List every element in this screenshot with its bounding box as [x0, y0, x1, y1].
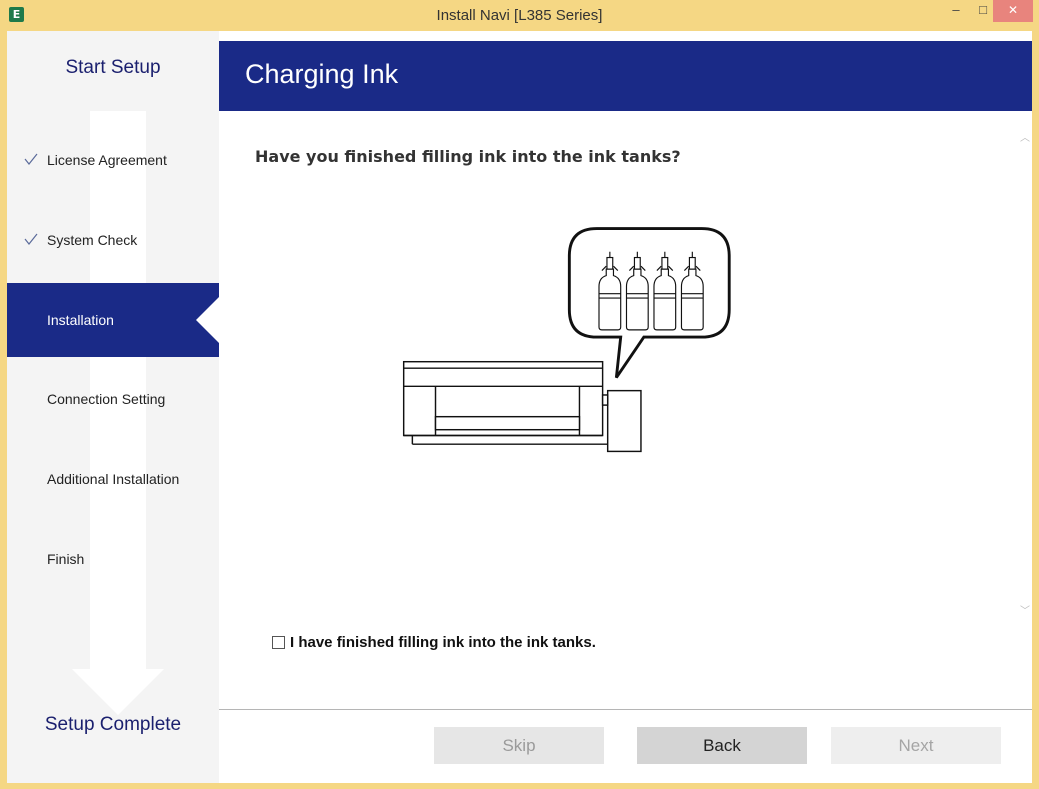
step-label: Installation — [47, 312, 114, 328]
back-button[interactable]: Back — [637, 727, 807, 764]
title-bar[interactable]: E Install Navi [L385 Series] – □ ✕ — [0, 0, 1039, 30]
step-installation: Installation — [7, 283, 219, 357]
check-icon — [24, 233, 38, 245]
installer-window: E Install Navi [L385 Series] – □ ✕ Start… — [0, 0, 1039, 789]
confirm-filled-checkbox-row[interactable]: I have finished filling ink into the ink… — [272, 632, 596, 652]
close-button[interactable]: ✕ — [993, 0, 1033, 22]
step-label: Additional Installation — [47, 471, 180, 487]
step-label: License Agreement — [47, 152, 167, 168]
next-button[interactable]: Next — [831, 727, 1001, 764]
check-icon — [24, 153, 38, 165]
confirm-filled-checkbox[interactable] — [272, 635, 285, 649]
speech-bubble — [567, 227, 731, 379]
step-label: System Check — [47, 232, 138, 248]
step-additional-installation: Additional Installation — [7, 442, 219, 516]
step-finish: Finish — [7, 522, 219, 596]
step-label: Connection Setting — [47, 391, 166, 407]
scroll-down-icon[interactable]: ﹀ — [1020, 602, 1030, 617]
scrollbar[interactable]: ︿ ﹀ — [1020, 123, 1032, 623]
step-connection-setting: Connection Setting — [7, 362, 219, 436]
step-system-check: System Check — [7, 203, 219, 277]
page-title: Charging Ink — [245, 59, 399, 89]
printer-icon — [402, 360, 642, 453]
client-area: Start Setup License Agreement System Che… — [7, 31, 1032, 783]
footer-divider — [219, 709, 1032, 710]
setup-complete-label: Setup Complete — [44, 714, 182, 735]
question-text: Have you finished filling ink into the i… — [255, 147, 681, 166]
minimize-button[interactable]: – — [943, 0, 969, 22]
current-step-pointer — [196, 297, 219, 343]
ink-filling-illustration — [402, 227, 731, 453]
scroll-up-icon[interactable]: ︿ — [1020, 129, 1030, 144]
confirm-filled-label[interactable]: I have finished filling ink into the ink… — [290, 634, 596, 651]
setup-progress-sidebar: Start Setup License Agreement System Che… — [7, 31, 219, 783]
window-title: Install Navi [L385 Series] — [436, 7, 603, 24]
skip-button[interactable]: Skip — [434, 727, 604, 764]
step-label: Finish — [47, 551, 85, 567]
progress-arrow-head — [72, 669, 164, 715]
step-license-agreement: License Agreement — [7, 123, 219, 197]
page-header: Charging Ink — [219, 41, 1032, 111]
start-setup-label: Start Setup — [65, 57, 161, 78]
